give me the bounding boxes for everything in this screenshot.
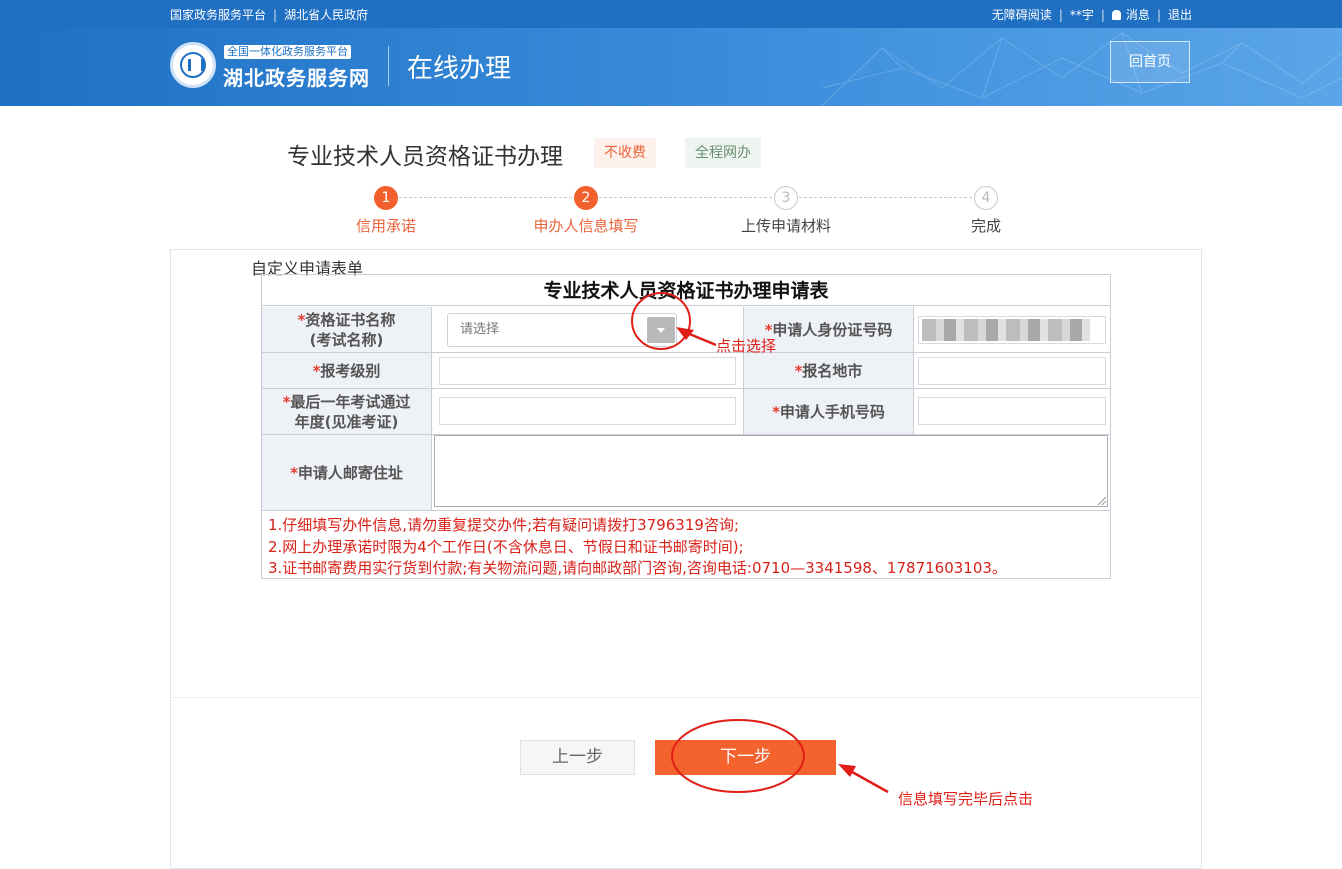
hubei-government-link[interactable]: 湖北省人民政府: [284, 8, 368, 22]
cert-name-select[interactable]: 请选择: [447, 313, 677, 347]
brand-name: 湖北政务服务网: [223, 66, 370, 90]
last-year-cell: [432, 389, 744, 435]
application-form-table: 专业技术人员资格证书办理申请表 *资格证书名称 (考试名称) 请选择 *申请人身…: [261, 274, 1111, 579]
address-label: *申请人邮寄住址: [262, 435, 432, 511]
online-tag: 全程网办: [685, 138, 761, 168]
step-2-label: 申办人信息填写: [533, 217, 639, 235]
header-divider: [388, 46, 389, 86]
form-notes: 1.仔细填写办件信息,请勿重复提交办件;若有疑问请拨打3796319咨询; 2.…: [268, 515, 1007, 580]
step-3-label: 上传申请材料: [740, 217, 831, 235]
section-title: 在线办理: [407, 54, 512, 84]
header-decoration: [822, 32, 1342, 106]
phone-cell: [914, 389, 1110, 435]
reg-city-input[interactable]: [918, 357, 1106, 385]
reg-city-label: *报名地市: [744, 353, 914, 389]
step-4-number: 4: [974, 186, 998, 210]
resize-handle-icon[interactable]: [1098, 497, 1106, 505]
step-connector: [799, 197, 972, 198]
panel-divider: [170, 697, 1202, 698]
messages-label: 消息: [1125, 8, 1150, 22]
top-bar: 国家政务服务平台 | 湖北省人民政府 无障碍阅读 | **宇 | 消息 | 退出: [0, 0, 1342, 28]
fee-tag: 不收费: [594, 138, 656, 168]
step-connector: [399, 197, 572, 198]
logout-link[interactable]: 退出: [1168, 8, 1192, 22]
annotation-click-select: 点击选择: [716, 337, 777, 355]
separator: |: [1100, 8, 1105, 22]
accessibility-link[interactable]: 无障碍阅读: [992, 8, 1052, 22]
exam-level-label: *报考级别: [262, 353, 432, 389]
last-year-label: *最后一年考试通过 年度(见准考证): [262, 389, 432, 435]
step-1-number: 1: [374, 186, 398, 210]
home-button[interactable]: 回首页: [1110, 41, 1190, 83]
progress-steps: 1 2 3 4 信用承诺 申办人信息填写 上传申请材料 完成: [0, 184, 1342, 244]
user-links: 无障碍阅读 | **宇 | 消息 | 退出: [992, 6, 1192, 23]
note-item: 2.网上办理承诺时限为4个工作日(不含休息日、节假日和证书邮寄时间);: [268, 537, 744, 556]
brand-subtitle: 全国一体化政务服务平台: [224, 45, 351, 59]
exam-level-input[interactable]: [439, 357, 736, 385]
reg-city-cell: [914, 353, 1110, 389]
last-year-input[interactable]: [439, 397, 736, 425]
select-placeholder: 请选择: [460, 322, 500, 337]
note-item: 1.仔细填写办件信息,请勿重复提交办件;若有疑问请拨打3796319咨询;: [268, 516, 739, 534]
address-textarea[interactable]: [434, 435, 1108, 507]
step-4-label: 完成: [970, 217, 1001, 235]
next-step-button[interactable]: 下一步: [655, 740, 836, 775]
messages-link[interactable]: 消息: [1111, 8, 1150, 22]
phone-label: *申请人手机号码: [744, 389, 914, 435]
form-title: 专业技术人员资格证书办理申请表: [262, 275, 1110, 306]
user-name[interactable]: **宇: [1070, 8, 1094, 22]
previous-step-button[interactable]: 上一步: [520, 740, 635, 775]
cert-name-label: *资格证书名称 (考试名称): [262, 307, 432, 353]
id-number-cell: [914, 307, 1110, 353]
top-links: 国家政务服务平台 | 湖北省人民政府: [170, 6, 368, 23]
cert-name-cell: 请选择: [432, 307, 744, 353]
bell-icon: [1111, 10, 1121, 20]
phone-input[interactable]: [918, 397, 1106, 425]
annotation-click-after-fill: 信息填写完毕后点击: [898, 790, 1034, 808]
address-cell: [432, 435, 1110, 511]
national-platform-link[interactable]: 国家政务服务平台: [170, 8, 266, 22]
step-connector: [599, 197, 772, 198]
page-title: 专业技术人员资格证书办理: [287, 144, 563, 170]
logo-emblem-icon: [180, 52, 206, 78]
redacted-id-number: [922, 319, 1090, 341]
step-2-number: 2: [574, 186, 598, 210]
site-header: 全国一体化政务服务平台 湖北政务服务网 在线办理 回首页: [0, 28, 1342, 106]
site-logo[interactable]: [170, 42, 216, 88]
exam-level-cell: [432, 353, 744, 389]
separator: |: [1058, 8, 1063, 22]
note-item: 3.证书邮寄费用实行货到付款;有关物流问题,请向邮政部门咨询,咨询电话:0710…: [268, 559, 1007, 577]
separator: |: [1156, 8, 1161, 22]
separator: |: [273, 8, 278, 22]
chevron-down-icon[interactable]: [647, 317, 675, 343]
step-1-label: 信用承诺: [355, 217, 416, 235]
step-3-number: 3: [774, 186, 798, 210]
